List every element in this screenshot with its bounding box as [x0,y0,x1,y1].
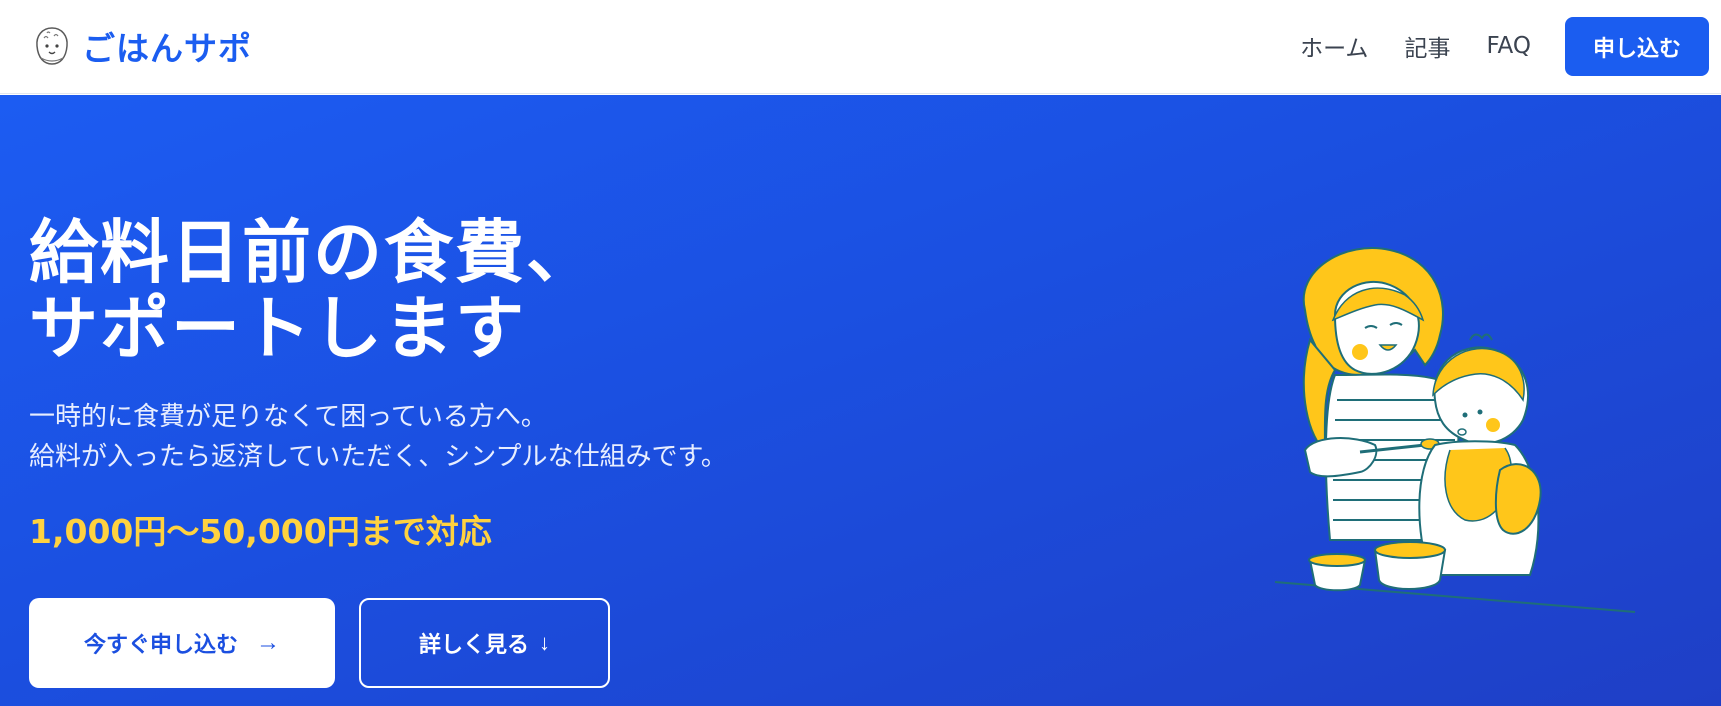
nav-articles[interactable]: 記事 [1404,29,1450,63]
apply-now-button[interactable]: 今すぐ申し込む → [29,598,335,688]
hero-description: 一時的に食費が足りなくて困っている方へ。 給料が入ったら返済していただく、シンプ… [29,397,929,477]
rice-ball-icon [36,27,68,65]
logo-text: ごはんサポ [82,29,252,68]
apply-now-label: 今すぐ申し込む [83,632,238,657]
main-nav: ホーム 記事 FAQ [1300,28,1531,64]
hero-description-line-1: 一時的に食費が足りなくて困っている方へ。 [29,402,547,432]
site-header: ごはんサポ ホーム 記事 FAQ 申し込む [0,0,1721,94]
arrow-right-icon: → [256,629,280,656]
nav-faq[interactable]: FAQ [1486,33,1531,59]
arrow-down-icon: ↓ [539,630,550,655]
hero-title-line-2: サポートします [29,289,526,369]
hero-section: 給料日前の食費、 サポートします 一時的に食費が足りなくて困っている方へ。 給料… [0,95,1721,706]
mother-feeding-baby-illustration [1274,247,1636,613]
nav-home[interactable]: ホーム [1300,29,1368,63]
learn-more-button[interactable]: 詳しく見る ↓ [359,598,610,688]
logo[interactable]: ごはんサポ [32,22,252,70]
header-apply-button[interactable]: 申し込む [1565,17,1709,76]
amount-range: 1,000円〜50,000円まで対応 [29,512,492,551]
hero-description-line-2: 給料が入ったら返済していただく、シンプルな仕組みです。 [29,442,727,472]
hero-title: 給料日前の食費、 サポートします [29,215,789,367]
learn-more-label: 詳しく見る [418,632,529,657]
hero-title-line-1: 給料日前の食費、 [29,213,597,293]
